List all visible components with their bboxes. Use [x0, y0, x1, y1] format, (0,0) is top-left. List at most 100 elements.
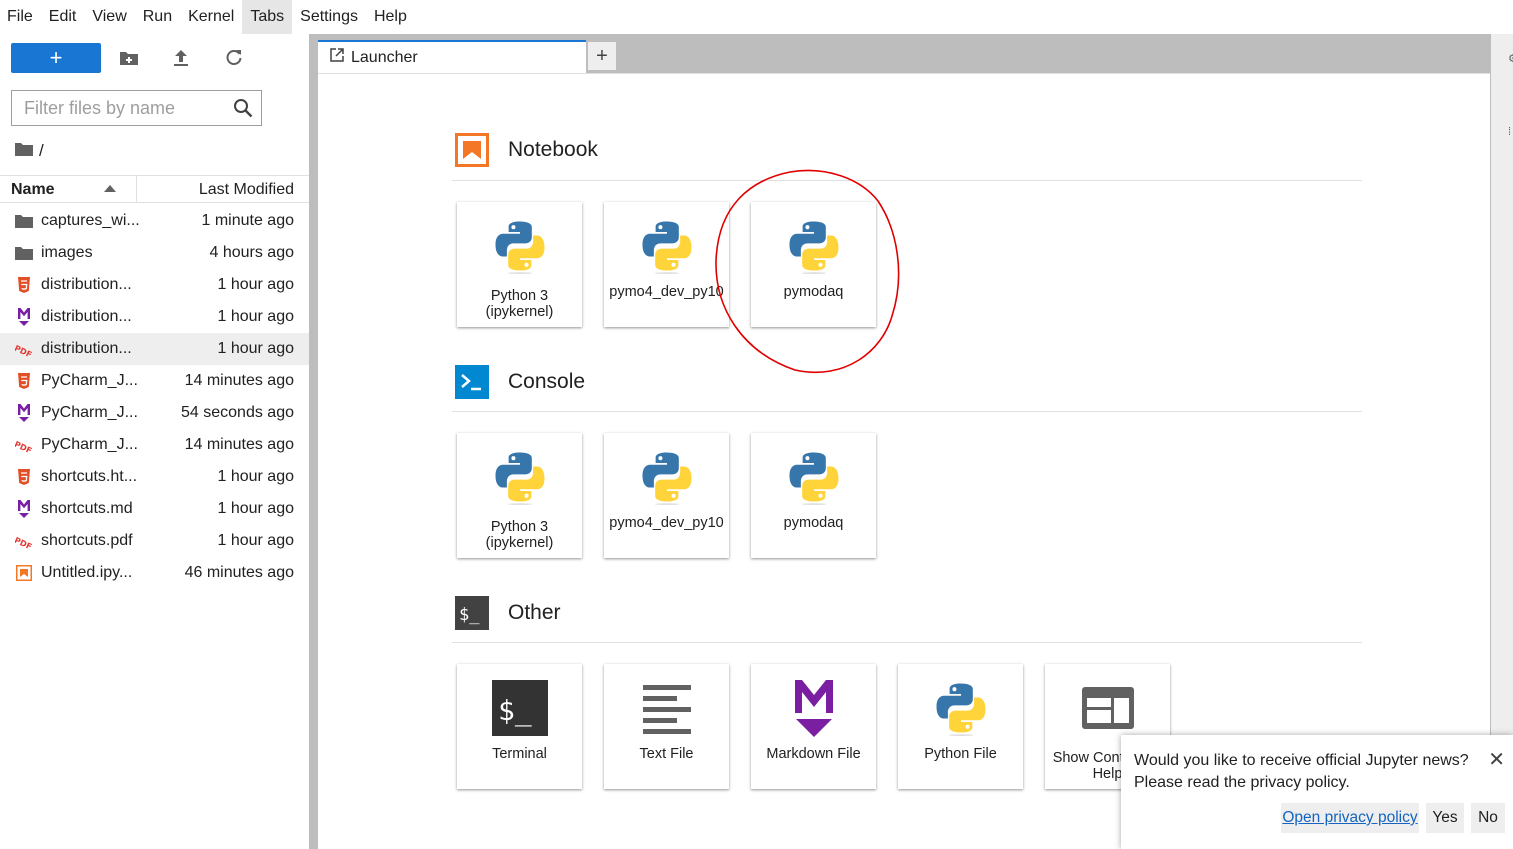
yes-button[interactable]: Yes — [1426, 803, 1464, 833]
file-browser: + / Name Last Modified captures_wi... 1 m… — [0, 34, 309, 849]
new-tab-button[interactable]: + — [588, 42, 616, 70]
file-row[interactable]: shortcuts.md 1 hour ago — [0, 493, 309, 525]
html-file-icon — [15, 372, 33, 390]
text-file-card[interactable]: Text File — [604, 664, 729, 789]
terminal-card[interactable]: $_ Terminal — [457, 664, 582, 789]
news-notification: Would you like to receive official Jupyt… — [1121, 735, 1513, 849]
file-row[interactable]: shortcuts.ht... 1 hour ago — [0, 461, 309, 493]
file-row[interactable]: distribution... 1 hour ago — [0, 301, 309, 333]
svg-text:$_: $_ — [498, 694, 532, 728]
file-modified: 1 hour ago — [217, 308, 294, 325]
python-logo-icon — [488, 445, 552, 509]
file-modified: 1 hour ago — [217, 276, 294, 293]
file-modified: 14 minutes ago — [184, 436, 294, 453]
file-name: shortcuts.pdf — [41, 532, 133, 549]
file-modified: 1 minute ago — [201, 212, 294, 229]
open-privacy-policy-button[interactable]: Open privacy policy — [1281, 803, 1419, 833]
file-name: distribution... — [41, 308, 132, 325]
new-launcher-button[interactable]: + — [11, 43, 101, 73]
card-label: pymodaq — [783, 515, 844, 531]
file-row[interactable]: images 4 hours ago — [0, 237, 309, 269]
menu-edit[interactable]: Edit — [41, 0, 85, 34]
notification-message: Would you like to receive official Jupyt… — [1134, 752, 1469, 791]
svg-text:PDF: PDF — [15, 439, 33, 454]
no-button[interactable]: No — [1471, 803, 1505, 833]
python-logo-icon — [635, 445, 699, 509]
markdown-icon — [782, 676, 846, 740]
folder-icon[interactable] — [15, 141, 33, 161]
file-modified: 1 hour ago — [217, 532, 294, 549]
card-label: Terminal — [492, 746, 547, 762]
card-label: Text File — [639, 746, 694, 762]
html-file-icon — [15, 468, 33, 486]
other-section-header: $_ Other — [455, 596, 561, 630]
tab-label: Launcher — [351, 48, 418, 66]
markdown-file-icon — [15, 308, 33, 326]
file-name: distribution... — [41, 340, 132, 357]
file-modified: 1 hour ago — [217, 500, 294, 517]
file-name: Untitled.ipy... — [41, 564, 133, 581]
file-modified: 54 seconds ago — [181, 404, 294, 421]
console-card-pymodaq[interactable]: pymodaq — [751, 433, 876, 558]
folder-icon — [15, 244, 33, 262]
file-row[interactable]: Untitled.ipy... 46 minutes ago — [0, 557, 309, 589]
console-card-pymo4-dev-py10[interactable]: pymo4_dev_py10 — [604, 433, 729, 558]
menu-tabs[interactable]: Tabs — [242, 0, 293, 34]
file-modified: 46 minutes ago — [184, 564, 294, 581]
console-section-title: Console — [508, 370, 586, 393]
python-file-card[interactable]: Python File — [898, 664, 1023, 789]
filter-files-field[interactable] — [11, 90, 262, 126]
pdf-file-icon: PDF — [15, 532, 33, 550]
markdown-file-icon — [15, 500, 33, 518]
notebook-icon — [455, 133, 489, 167]
file-name: distribution... — [41, 276, 132, 293]
pdf-file-icon: PDF — [15, 436, 33, 454]
new-folder-icon[interactable] — [118, 47, 140, 69]
search-icon — [233, 98, 253, 123]
text-file-icon — [635, 676, 699, 740]
debugger-icon[interactable]: ⁞ — [1508, 126, 1511, 138]
card-label: Python 3 (ipykernel) — [485, 288, 554, 320]
menu-kernel[interactable]: Kernel — [180, 0, 242, 34]
filter-input[interactable] — [12, 91, 239, 125]
property-inspector-icon[interactable]: ⚙ — [1508, 52, 1513, 65]
menu-run[interactable]: Run — [135, 0, 180, 34]
notebook-file-icon — [15, 564, 33, 582]
tab-launcher[interactable]: Launcher — [318, 40, 586, 73]
file-name: PyCharm_J... — [41, 404, 138, 421]
menu-settings[interactable]: Settings — [292, 0, 366, 34]
annotation-circle — [715, 169, 900, 374]
menu-file[interactable]: File — [0, 0, 41, 34]
file-list: captures_wi... 1 minute ago images 4 hours … — [0, 205, 309, 589]
upload-icon[interactable] — [170, 47, 192, 69]
console-card-python3[interactable]: Python 3 (ipykernel) — [457, 433, 582, 558]
notebook-card-python3[interactable]: Python 3 (ipykernel) — [457, 202, 582, 327]
menu-bar: File Edit View Run Kernel Tabs Settings … — [0, 0, 1513, 35]
file-modified: 4 hours ago — [209, 244, 294, 261]
file-row[interactable]: PyCharm_J... 14 minutes ago — [0, 365, 309, 397]
menu-view[interactable]: View — [84, 0, 134, 34]
file-modified: 14 minutes ago — [184, 372, 294, 389]
menu-help[interactable]: Help — [366, 0, 415, 34]
contextual-help-icon — [1076, 676, 1140, 740]
tab-bar: Launcher + — [318, 34, 1490, 73]
file-row[interactable]: captures_wi... 1 minute ago — [0, 205, 309, 237]
refresh-icon[interactable] — [223, 47, 245, 69]
sidebar-splitter[interactable] — [309, 34, 318, 849]
file-row[interactable]: PyCharm_J... 54 seconds ago — [0, 397, 309, 429]
breadcrumb-root[interactable]: / — [39, 141, 44, 161]
markdown-file-card[interactable]: Markdown File — [751, 664, 876, 789]
file-row[interactable]: PDF PyCharm_J... 14 minutes ago — [0, 429, 309, 461]
section-divider — [452, 642, 1362, 643]
close-icon[interactable]: ✕ — [1488, 747, 1505, 772]
notebook-section-header: Notebook — [455, 133, 598, 167]
modified-column-header[interactable]: Last Modified — [137, 176, 309, 202]
card-label: Python 3 (ipykernel) — [485, 519, 554, 551]
terminal-icon: $_ — [488, 676, 552, 740]
file-row[interactable]: distribution... 1 hour ago — [0, 269, 309, 301]
svg-text:PDF: PDF — [15, 343, 33, 358]
name-column-header[interactable]: Name — [0, 176, 137, 202]
other-section-title: Other — [508, 601, 561, 624]
file-row[interactable]: PDF shortcuts.pdf 1 hour ago — [0, 525, 309, 557]
file-row[interactable]: PDF distribution... 1 hour ago — [0, 333, 309, 365]
